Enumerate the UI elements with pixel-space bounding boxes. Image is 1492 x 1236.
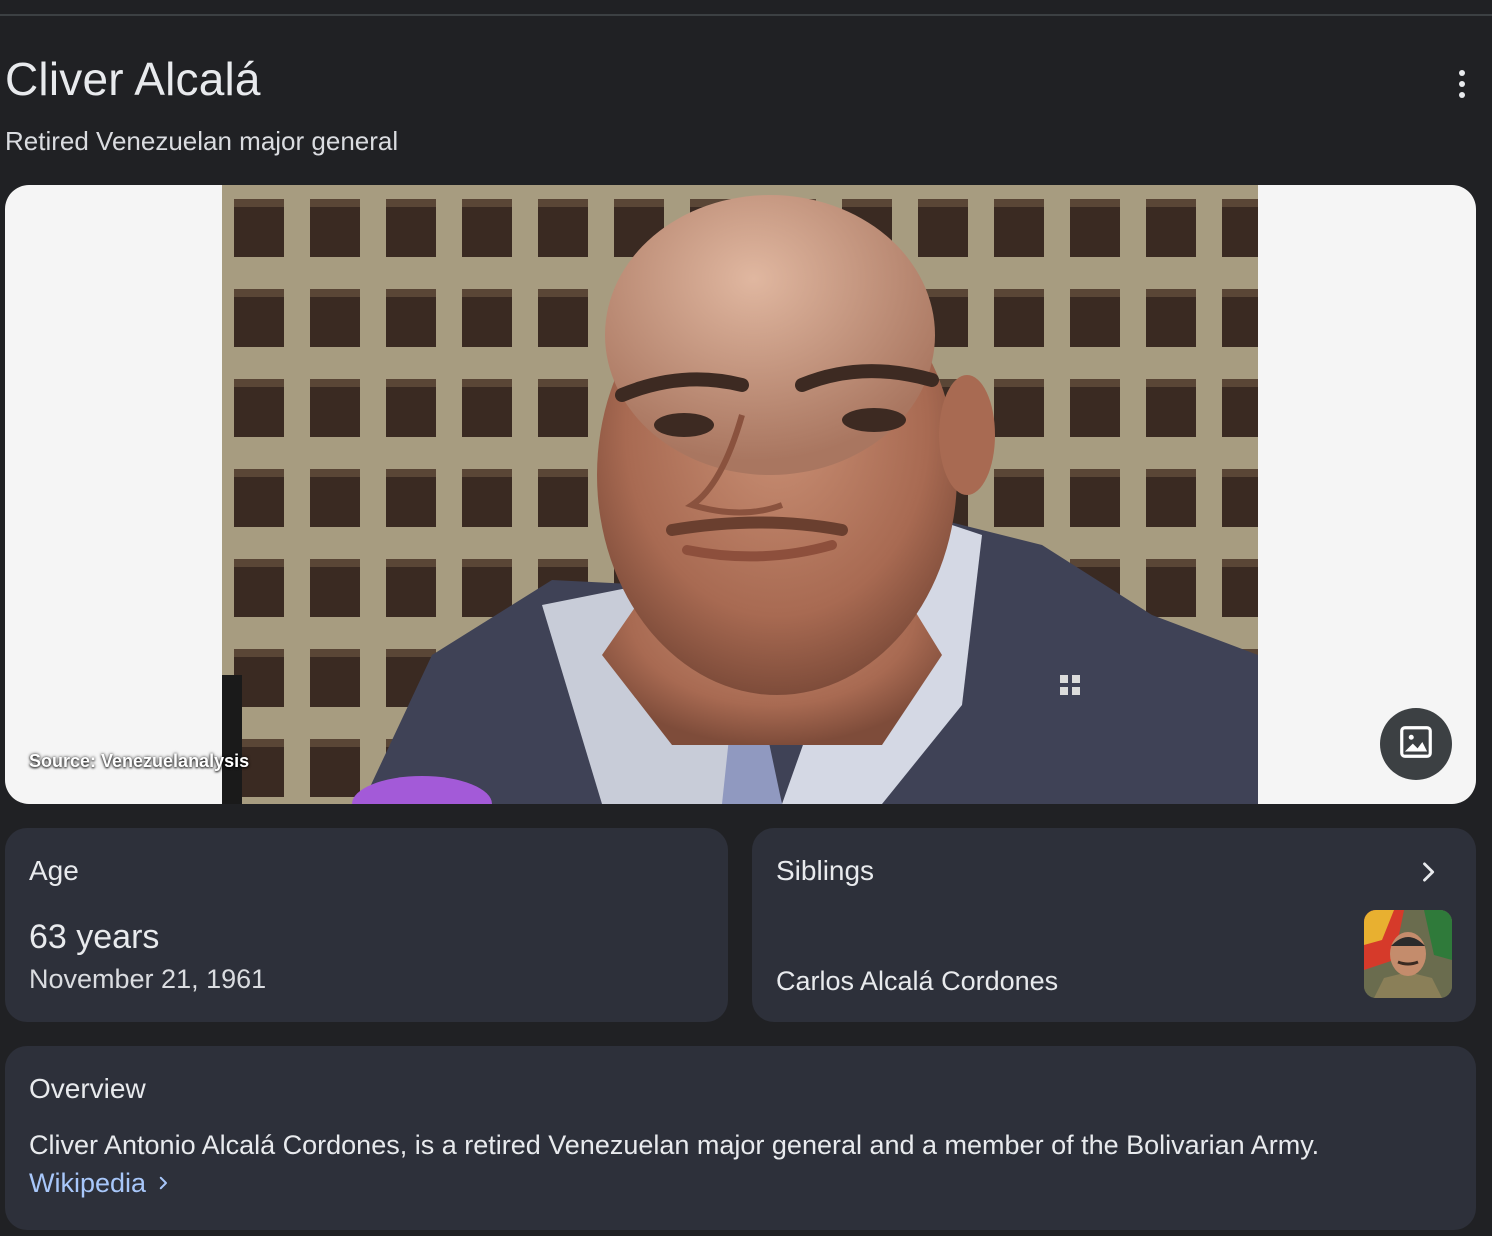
more-vert-icon: [1459, 70, 1465, 98]
person-photo-illustration: [222, 185, 1258, 804]
hero-image-panel[interactable]: Source: Venezuelanalysis: [5, 185, 1476, 804]
overview-description: Cliver Antonio Alcalá Cordones, is a ret…: [29, 1130, 1320, 1160]
siblings-card[interactable]: Siblings Carlos Alcalá Cordones: [752, 828, 1476, 1022]
person-photo[interactable]: [222, 185, 1258, 804]
overview-label: Overview: [29, 1073, 146, 1104]
more-options-button[interactable]: [1440, 62, 1484, 106]
age-value: 63 years: [29, 918, 160, 956]
overview-card: Overview Cliver Antonio Alcalá Cordones,…: [5, 1046, 1476, 1230]
entity-title: Cliver Alcalá: [5, 53, 261, 105]
wikipedia-link[interactable]: Wikipedia: [29, 1168, 172, 1199]
entity-subtitle: Retired Venezuelan major general: [5, 126, 399, 156]
sibling-thumbnail[interactable]: [1364, 910, 1452, 998]
image-source-caption: Source: Venezuelanalysis: [29, 751, 250, 771]
birth-date: November 21, 1961: [29, 964, 267, 994]
siblings-label: Siblings: [776, 855, 875, 886]
wikipedia-link-label[interactable]: Wikipedia: [29, 1168, 146, 1199]
view-images-button[interactable]: [1380, 708, 1452, 780]
image-icon: [1397, 723, 1435, 766]
top-divider: [0, 14, 1492, 16]
chevron-right-icon[interactable]: [1414, 858, 1442, 886]
sibling-name[interactable]: Carlos Alcalá Cordones: [776, 966, 1058, 997]
age-label: Age: [29, 855, 79, 886]
age-card: Age 63 years November 21, 1961: [5, 828, 728, 1022]
chevron-right-icon: [154, 1168, 172, 1199]
